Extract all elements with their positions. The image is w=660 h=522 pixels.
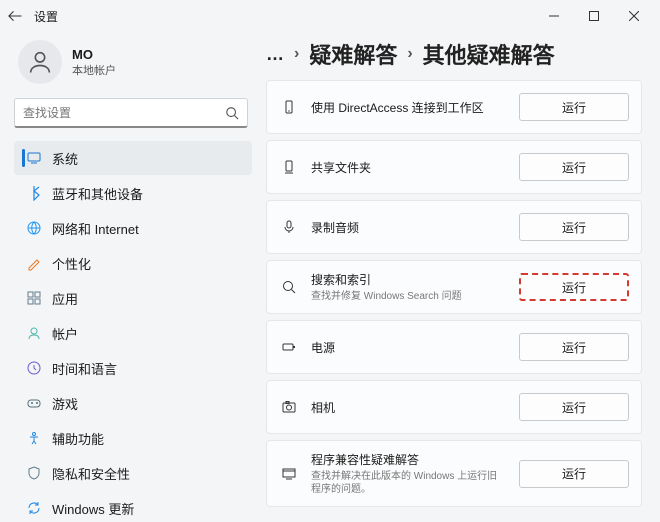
nav-item-label: 网络和 Internet xyxy=(52,219,139,238)
troubleshooter-title: 使用 DirectAccess 连接到工作区 xyxy=(311,99,507,116)
close-button[interactable] xyxy=(614,2,654,30)
troubleshooter-title: 程序兼容性疑难解答 xyxy=(311,451,507,468)
chevron-right-icon: › xyxy=(407,45,412,63)
troubleshooter-item: 共享文件夹运行 xyxy=(266,140,642,194)
maximize-button[interactable] xyxy=(574,2,614,30)
troubleshooter-title: 录制音频 xyxy=(311,219,507,236)
system-icon xyxy=(26,150,42,166)
nav-item-label: 系统 xyxy=(52,149,78,168)
nav-item-label: 蓝牙和其他设备 xyxy=(52,184,143,203)
troubleshooter-item: 程序兼容性疑难解答查找并解决在此版本的 Windows 上运行旧程序的问题。运行 xyxy=(266,440,642,507)
privacy-icon xyxy=(26,465,42,481)
troubleshooter-item: 搜索和索引查找并修复 Windows Search 问题运行 xyxy=(266,260,642,314)
compat-icon xyxy=(279,464,299,484)
battery-icon xyxy=(279,337,299,357)
troubleshooter-title: 共享文件夹 xyxy=(311,159,507,176)
nav-item-time[interactable]: 时间和语言 xyxy=(14,351,252,385)
accounts-icon xyxy=(26,325,42,341)
troubleshooter-item: 电源运行 xyxy=(266,320,642,374)
troubleshooter-title: 相机 xyxy=(311,399,507,416)
window-title: 设置 xyxy=(34,8,58,25)
nav-item-label: 时间和语言 xyxy=(52,359,117,378)
nav-item-label: 应用 xyxy=(52,289,78,308)
nav-item-accounts[interactable]: 帐户 xyxy=(14,316,252,350)
breadcrumb-level1[interactable]: 疑难解答 xyxy=(309,38,397,70)
run-button[interactable]: 运行 xyxy=(519,393,629,421)
nav-item-system[interactable]: 系统 xyxy=(14,141,252,175)
chevron-right-icon: › xyxy=(294,45,299,63)
troubleshooter-list: 使用 DirectAccess 连接到工作区运行共享文件夹运行录制音频运行搜索和… xyxy=(266,80,642,517)
breadcrumb-more-icon[interactable]: … xyxy=(266,44,284,65)
troubleshooter-item: 使用 DirectAccess 连接到工作区运行 xyxy=(266,80,642,134)
troubleshooter-item: 相机运行 xyxy=(266,380,642,434)
bluetooth-icon xyxy=(26,185,42,201)
network-icon xyxy=(26,220,42,236)
troubleshooter-title: 搜索和索引 xyxy=(311,271,507,288)
back-button[interactable] xyxy=(6,7,24,25)
nav-item-label: 个性化 xyxy=(52,254,91,273)
run-button[interactable]: 运行 xyxy=(519,460,629,488)
apps-icon xyxy=(26,290,42,306)
share-icon xyxy=(279,157,299,177)
nav-item-network[interactable]: 网络和 Internet xyxy=(14,211,252,245)
profile-name: MO xyxy=(72,47,116,62)
nav-item-label: Windows 更新 xyxy=(52,499,134,518)
time-icon xyxy=(26,360,42,376)
profile-subtitle: 本地帐户 xyxy=(72,62,116,78)
nav-list: 系统蓝牙和其他设备网络和 Internet 个性化应用帐户时间和语言游戏辅助功能隐… xyxy=(8,140,258,522)
run-button[interactable]: 运行 xyxy=(519,333,629,361)
nav-item-label: 帐户 xyxy=(52,324,78,343)
update-icon xyxy=(26,500,42,516)
nav-item-apps[interactable]: 应用 xyxy=(14,281,252,315)
run-button[interactable]: 运行 xyxy=(519,153,629,181)
search-input[interactable] xyxy=(23,106,225,120)
nav-item-label: 隐私和安全性 xyxy=(52,464,130,483)
run-button[interactable]: 运行 xyxy=(519,273,629,301)
direct-icon xyxy=(279,97,299,117)
camera-icon xyxy=(279,397,299,417)
breadcrumb: … › 疑难解答 › 其他疑难解答 xyxy=(266,38,642,70)
nav-item-label: 辅助功能 xyxy=(52,429,104,448)
nav-item-label: 游戏 xyxy=(52,394,78,413)
search-icon xyxy=(225,106,239,120)
nav-item-update[interactable]: Windows 更新 xyxy=(14,491,252,522)
run-button[interactable]: 运行 xyxy=(519,93,629,121)
gaming-icon xyxy=(26,395,42,411)
nav-item-bluetooth[interactable]: 蓝牙和其他设备 xyxy=(14,176,252,210)
profile-block[interactable]: MO 本地帐户 xyxy=(8,32,258,98)
avatar xyxy=(18,40,62,84)
troubleshooter-subtitle: 查找并修复 Windows Search 问题 xyxy=(311,290,507,303)
nav-item-privacy[interactable]: 隐私和安全性 xyxy=(14,456,252,490)
accessibility-icon xyxy=(26,430,42,446)
run-button[interactable]: 运行 xyxy=(519,213,629,241)
personalization-icon xyxy=(26,255,42,271)
minimize-button[interactable] xyxy=(534,2,574,30)
search-icon xyxy=(279,277,299,297)
troubleshooter-title: 电源 xyxy=(311,339,507,356)
nav-item-accessibility[interactable]: 辅助功能 xyxy=(14,421,252,455)
nav-item-personalization[interactable]: 个性化 xyxy=(14,246,252,280)
mic-icon xyxy=(279,217,299,237)
breadcrumb-level2: 其他疑难解答 xyxy=(423,38,555,70)
search-box[interactable] xyxy=(14,98,248,128)
troubleshooter-item: 录制音频运行 xyxy=(266,200,642,254)
troubleshooter-subtitle: 查找并解决在此版本的 Windows 上运行旧程序的问题。 xyxy=(311,470,507,496)
nav-item-gaming[interactable]: 游戏 xyxy=(14,386,252,420)
